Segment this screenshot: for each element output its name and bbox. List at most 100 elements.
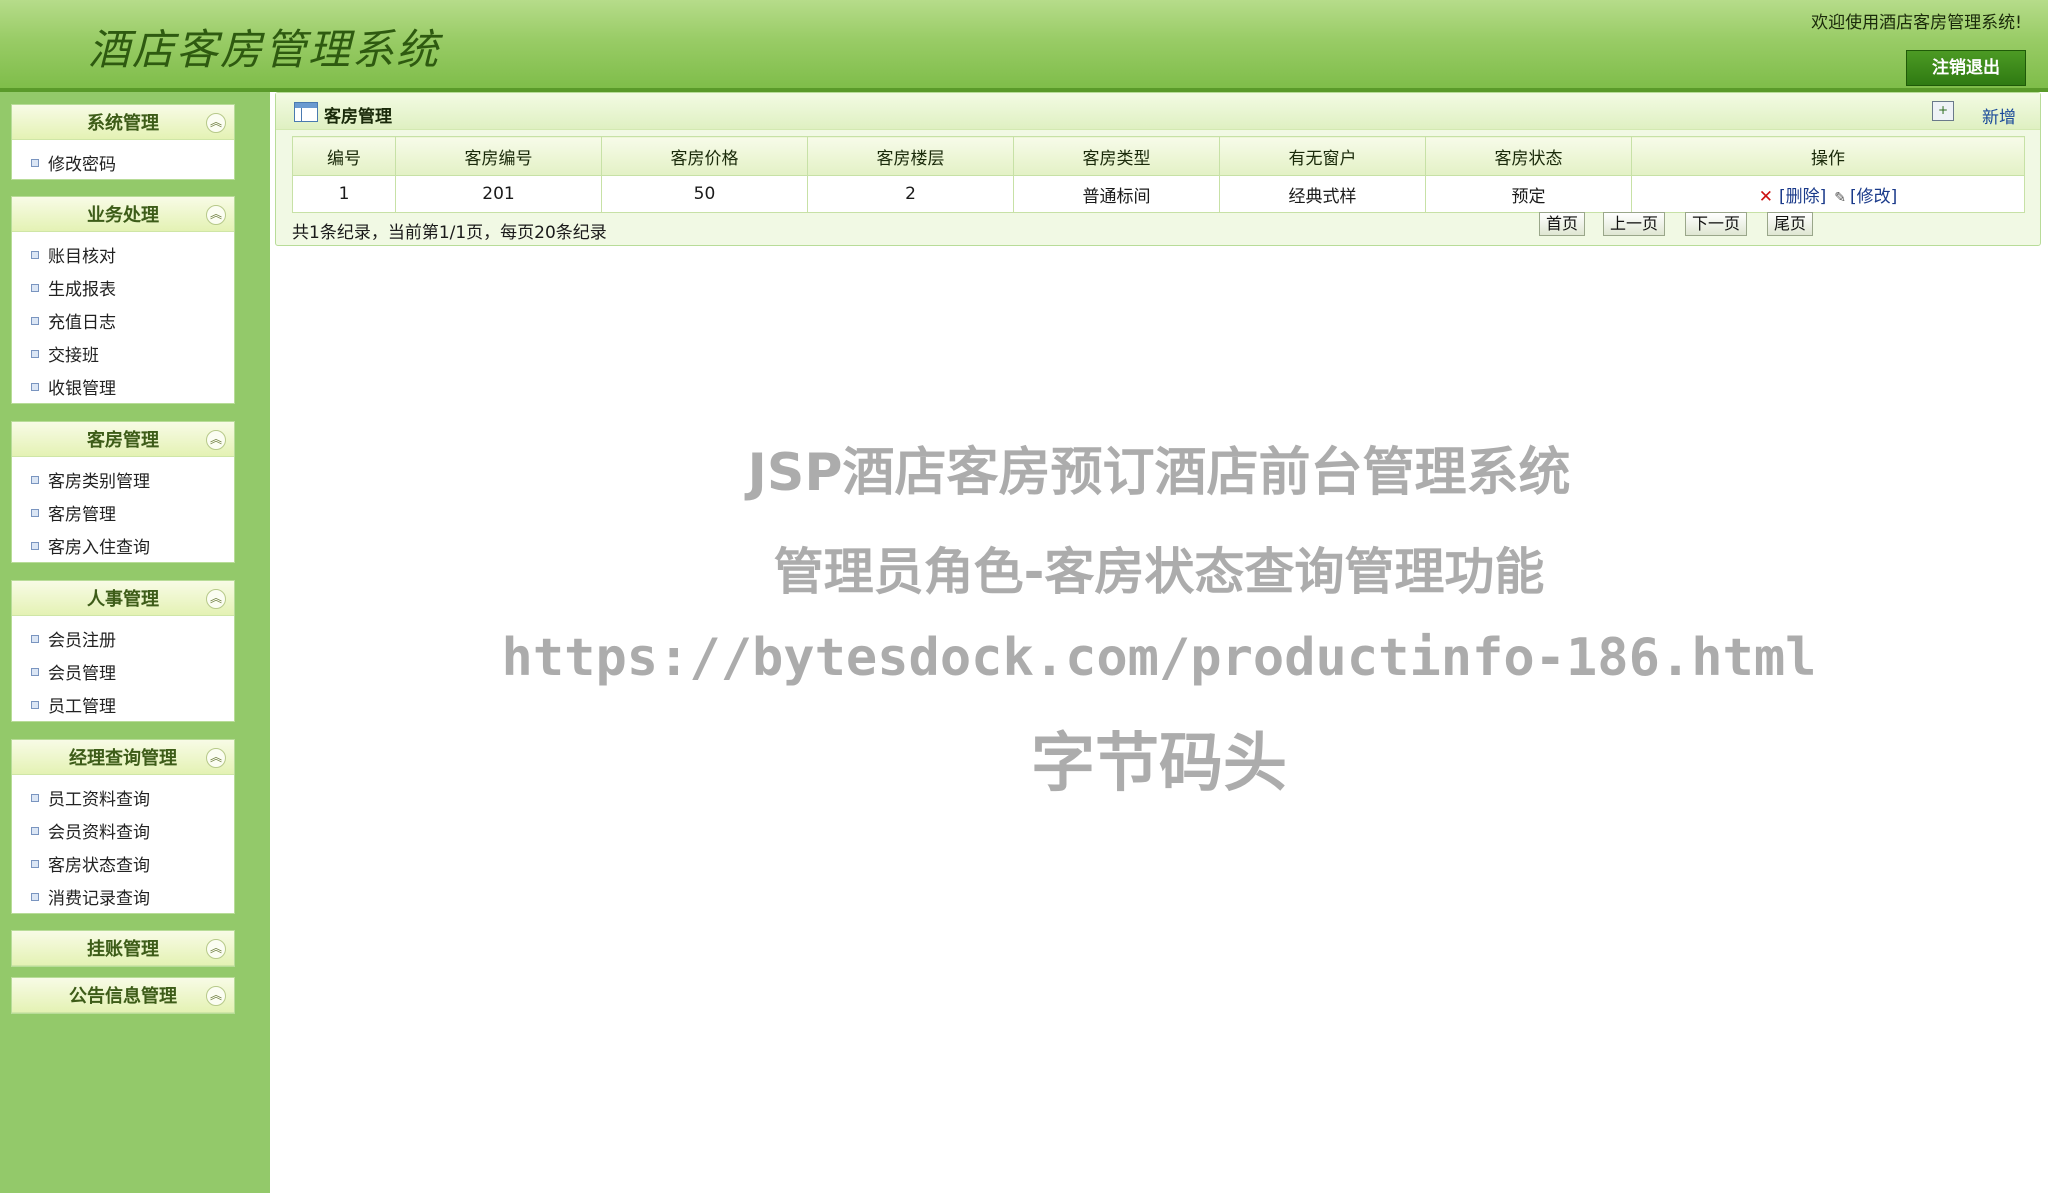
sidebar-item-staff-query[interactable]: 员工资料查询 [12,781,234,814]
sidebar-item-label: 修改密码 [48,155,116,175]
sidebar: 系统管理 ︽ 修改密码 业务处理 ︽ 账目核对 生成报表 充值日志 交接班 收银… [0,92,270,1193]
sidebar-item-label: 生成报表 [48,280,116,300]
next-page-button[interactable]: 下一页 [1685,212,1748,236]
menu-group-header[interactable]: 公告信息管理 ︽ [12,978,234,1013]
cell-price: 50 [601,175,808,213]
sidebar-item-label: 客房状态查询 [48,856,150,876]
menu-group-header[interactable]: 人事管理 ︽ [12,581,234,616]
menu-group-title: 系统管理 [87,113,159,134]
cell-window: 经典式样 [1219,175,1426,213]
logout-button[interactable]: 注销退出 [1906,50,2026,86]
panel-title: 客房管理 [324,107,392,127]
add-record-icon[interactable]: + [1932,101,1954,121]
menu-group-header[interactable]: 经理查询管理 ︽ [12,740,234,775]
bullet-icon [31,382,39,391]
sidebar-item-label: 员工资料查询 [48,790,150,810]
sidebar-item-member-register[interactable]: 会员注册 [12,622,234,655]
menu-group-rooms: 客房管理 ︽ 客房类别管理 客房管理 客房入住查询 [11,421,235,563]
add-button[interactable]: 新增 [1982,103,2016,128]
sidebar-item-shift-handover[interactable]: 交接班 [12,337,234,370]
sidebar-item-label: 客房管理 [48,505,116,525]
menu-group-header[interactable]: 挂账管理 ︽ [12,931,234,966]
sidebar-item-recharge-log[interactable]: 充值日志 [12,304,234,337]
sidebar-item-label: 账目核对 [48,247,116,267]
column-header: 客房类型 [1013,136,1220,176]
menu-group-title: 业务处理 [87,205,159,226]
delete-icon[interactable]: ✕ [1759,187,1773,207]
bullet-icon [31,826,39,835]
double-chevron-up-icon[interactable]: ︽ [206,205,226,225]
bullet-icon [31,158,39,167]
cell-room-no: 201 [395,175,602,213]
cell-floor: 2 [807,175,1014,213]
bullet-icon [31,892,39,901]
menu-group-system: 系统管理 ︽ 修改密码 [11,104,235,180]
sidebar-item-consumption-query[interactable]: 消费记录查询 [12,880,234,913]
bullet-icon [31,349,39,358]
double-chevron-up-icon[interactable]: ︽ [206,113,226,133]
double-chevron-up-icon[interactable]: ︽ [206,986,226,1006]
bullet-icon [31,634,39,643]
sidebar-item-label: 收银管理 [48,379,116,399]
sidebar-item-label: 客房类别管理 [48,472,150,492]
edit-link[interactable]: [修改] [1850,187,1897,207]
sidebar-item-member-management[interactable]: 会员管理 [12,655,234,688]
sidebar-item-label: 充值日志 [48,313,116,333]
bullet-icon [31,475,39,484]
sidebar-item-room-status-query[interactable]: 客房状态查询 [12,847,234,880]
panel-header: 客房管理 + 新增 [276,93,2040,130]
menu-group-header[interactable]: 业务处理 ︽ [12,197,234,232]
bullet-icon [31,283,39,292]
delete-link[interactable]: [删除] [1779,187,1826,207]
watermark-url: https://bytesdock.com/productinfo-186.ht… [501,628,1817,688]
prev-page-button[interactable]: 上一页 [1603,212,1666,236]
table-icon [294,102,318,122]
last-page-button[interactable]: 尾页 [1767,212,1814,236]
menu-group-title: 挂账管理 [87,939,159,960]
sidebar-item-change-password[interactable]: 修改密码 [12,146,234,179]
sidebar-item-staff-management[interactable]: 员工管理 [12,688,234,721]
sidebar-item-label: 消费记录查询 [48,889,150,909]
sidebar-item-label: 会员资料查询 [48,823,150,843]
sidebar-item-account-check[interactable]: 账目核对 [12,238,234,271]
sidebar-item-room-management[interactable]: 客房管理 [12,496,234,529]
bullet-icon [31,667,39,676]
edit-icon[interactable]: ✎ [1834,190,1846,206]
sidebar-item-cashier[interactable]: 收银管理 [12,370,234,403]
menu-group-announcements: 公告信息管理 ︽ [11,977,235,1014]
double-chevron-up-icon[interactable]: ︽ [206,748,226,768]
cell-type: 普通标间 [1013,175,1220,213]
sidebar-item-label: 交接班 [48,346,99,366]
bullet-icon [31,793,39,802]
double-chevron-up-icon[interactable]: ︽ [206,589,226,609]
welcome-text: 欢迎使用酒店客房管理系统! [1811,13,2022,33]
sidebar-item-room-category[interactable]: 客房类别管理 [12,463,234,496]
bullet-icon [31,859,39,868]
bullet-icon [31,508,39,517]
menu-group-title: 经理查询管理 [69,748,177,769]
first-page-button[interactable]: 首页 [1539,212,1586,236]
column-header: 有无窗户 [1219,136,1426,176]
menu-group-title: 公告信息管理 [69,986,177,1007]
menu-group-header[interactable]: 系统管理 ︽ [12,105,234,140]
menu-group-header[interactable]: 客房管理 ︽ [12,422,234,457]
menu-group-title: 人事管理 [87,589,159,610]
sidebar-item-report[interactable]: 生成报表 [12,271,234,304]
double-chevron-up-icon[interactable]: ︽ [206,939,226,959]
column-header: 客房楼层 [807,136,1014,176]
menu-group-business: 业务处理 ︽ 账目核对 生成报表 充值日志 交接班 收银管理 [11,196,235,404]
column-header: 编号 [292,136,396,176]
pagination-summary: 共1条纪录，当前第1/1页，每页20条纪录 [292,223,607,243]
column-header: 客房价格 [601,136,808,176]
sidebar-item-checkin-query[interactable]: 客房入住查询 [12,529,234,562]
sidebar-item-label: 会员注册 [48,631,116,651]
menu-group-manager-query: 经理查询管理 ︽ 员工资料查询 会员资料查询 客房状态查询 消费记录查询 [11,739,235,914]
app-title: 酒店客房管理系统 [88,25,441,74]
room-table: 编号 客房编号 客房价格 客房楼层 客房类型 有无窗户 客房状态 操作 1 20… [292,136,2025,213]
sidebar-item-member-query[interactable]: 会员资料查询 [12,814,234,847]
room-management-panel: 客房管理 + 新增 编号 客房编号 客房价格 客房楼层 客房类型 有无窗户 客房… [275,92,2041,246]
double-chevron-up-icon[interactable]: ︽ [206,430,226,450]
menu-group-title: 客房管理 [87,430,159,451]
column-header: 客房状态 [1425,136,1632,176]
menu-group-credit: 挂账管理 ︽ [11,930,235,967]
